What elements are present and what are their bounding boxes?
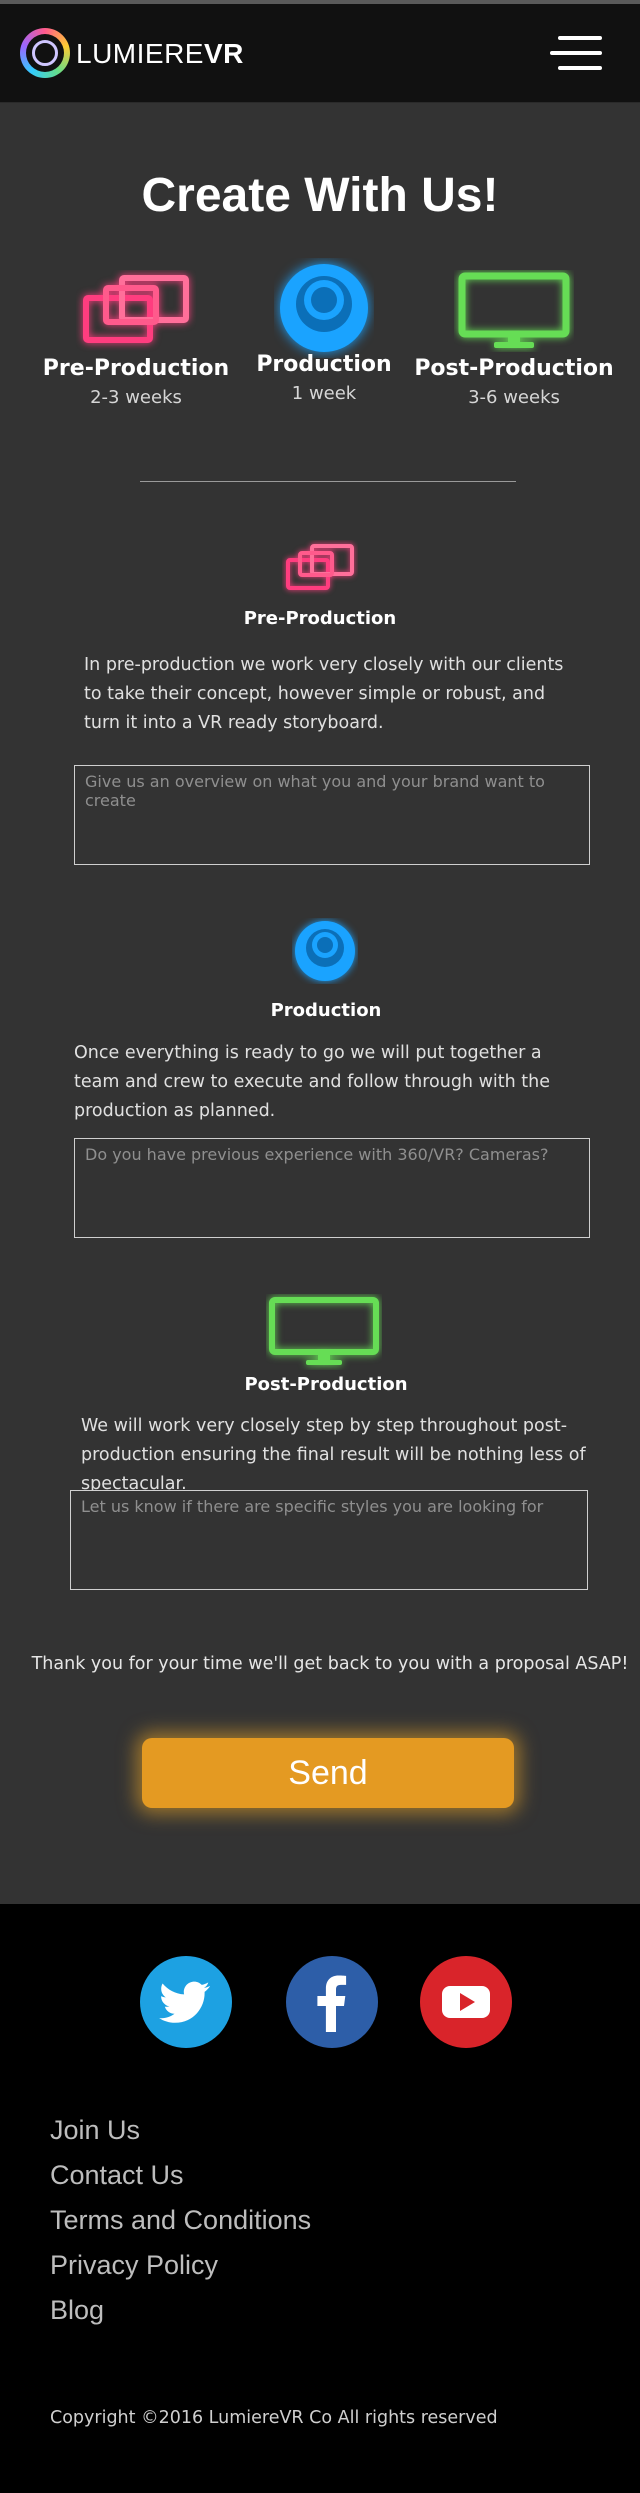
footer-link-join-us[interactable]: Join Us: [50, 2108, 311, 2153]
section-title-post-production: Post-Production: [244, 1374, 408, 1395]
lumiere-logo-icon[interactable]: [20, 28, 70, 78]
section-description-post-production: We will work very closely step by step t…: [81, 1416, 586, 1494]
copyright-text: Copyright ©2016 LumiereVR Co All rights …: [50, 2408, 498, 2428]
twitter-bird-icon: [159, 1981, 210, 2023]
phase-name: Pre-Production: [42, 356, 230, 381]
footer-link-blog[interactable]: Blog: [50, 2288, 311, 2333]
facebook-f-icon: [317, 1975, 347, 2032]
section-title-pre-production: Pre-Production: [243, 608, 397, 629]
section-description-pre-production: In pre-production we work very closely w…: [84, 655, 564, 733]
youtube-play-icon: [442, 1986, 490, 2018]
footer-link-contact-us[interactable]: Contact Us: [50, 2153, 311, 2198]
vr-experience-textarea[interactable]: [74, 1138, 590, 1238]
phase-duration: 3-6 weeks: [468, 387, 560, 408]
logo-text-light: LUMIERE: [76, 38, 204, 69]
overlapping-screens-icon: [286, 544, 354, 590]
phase-name: Post-Production: [414, 356, 614, 381]
brand-overview-textarea[interactable]: [74, 765, 590, 865]
phase-duration: 1 week: [291, 383, 357, 404]
phase-pre-production: Pre-Production 2-3 weeks: [36, 270, 236, 408]
section-divider: [140, 481, 516, 482]
phase-duration: 2-3 weeks: [90, 387, 182, 408]
logo-text-bold: VR: [203, 38, 244, 69]
section-title-production: Production: [270, 1000, 382, 1021]
twitter-link[interactable]: [140, 1956, 232, 2048]
site-logo[interactable]: LUMIEREVR: [76, 38, 244, 70]
phase-name: Production: [256, 352, 392, 377]
facebook-link[interactable]: [286, 1956, 378, 2048]
footer-link-privacy[interactable]: Privacy Policy: [50, 2243, 311, 2288]
camera-lens-icon: [280, 264, 368, 352]
site-header: LUMIEREVR: [0, 4, 640, 103]
section-description-production: Once everything is ready to go we will p…: [74, 1043, 550, 1121]
footer-link-terms[interactable]: Terms and Conditions: [50, 2198, 311, 2243]
monitor-icon: [458, 272, 570, 348]
camera-lens-icon: [295, 921, 355, 981]
phase-post-production: Post-Production 3-6 weeks: [414, 270, 614, 408]
monitor-icon: [269, 1297, 379, 1365]
overlapping-screens-icon: [83, 275, 189, 343]
send-button[interactable]: Send: [142, 1738, 514, 1808]
style-preferences-textarea[interactable]: [70, 1490, 588, 1590]
hamburger-menu-icon[interactable]: [550, 34, 602, 74]
thank-you-message: Thank you for your time we'll get back t…: [31, 1654, 629, 1674]
youtube-link[interactable]: [420, 1956, 512, 2048]
site-footer: Join Us Contact Us Terms and Conditions …: [0, 1904, 640, 2493]
page-title: Create With Us!: [141, 169, 499, 222]
footer-links: Join Us Contact Us Terms and Conditions …: [50, 2108, 311, 2333]
phase-production: Production 1 week: [224, 264, 424, 404]
